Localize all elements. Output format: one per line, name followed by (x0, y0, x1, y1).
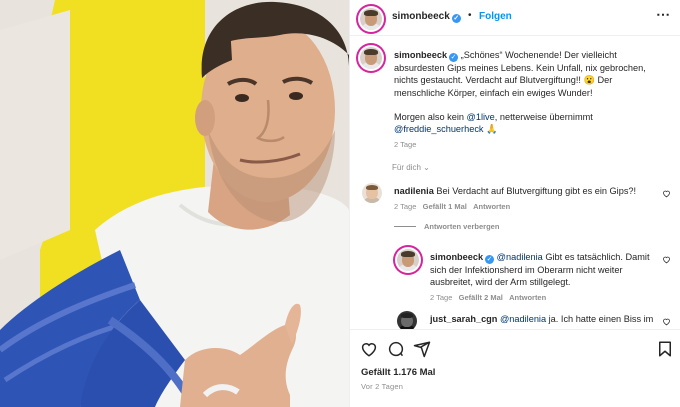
hide-replies-button[interactable]: Antworten verbergen (424, 222, 499, 231)
header-username[interactable]: simonbeeck ✓ (392, 11, 461, 23)
comment-text: Bei Verdacht auf Blutvergiftung gibt es … (436, 186, 637, 196)
pray-emoji: 🙏 (486, 124, 498, 135)
author-avatar[interactable] (360, 8, 382, 30)
mention-link[interactable]: @1live (467, 112, 495, 122)
mention-link[interactable]: @nadilenia (500, 314, 546, 324)
caption-line: , netterweise übernimmt (494, 111, 593, 122)
caption-avatar[interactable] (360, 47, 382, 69)
reply-avatar[interactable] (397, 311, 417, 329)
heart-icon[interactable] (662, 255, 671, 264)
verified-icon: ✓ (451, 14, 461, 23)
caption-time[interactable]: 2 Tage (394, 139, 670, 151)
reply-text: ausbreitet, wird der Arm stillgelegt. (430, 277, 571, 288)
like-heart-icon[interactable] (360, 340, 378, 358)
photo-illustration (0, 0, 349, 407)
like-count[interactable]: Gefällt 1.176 Mal (361, 367, 435, 378)
mention-link[interactable]: @freddie_schuerheck (394, 124, 484, 134)
caption-line: menschliche Körper, einfach ein ewiges W… (394, 87, 593, 98)
reply-text: sich der Infektionsherd im Oberarm nicht… (430, 265, 623, 275)
heart-icon[interactable] (662, 189, 671, 198)
reply-button[interactable]: Antworten (473, 202, 510, 211)
post-actions: Gefällt 1.176 Mal Vor 2 Tagen (350, 329, 680, 407)
reply-button[interactable]: Antworten (509, 293, 546, 302)
caption-line: „Schönes“ Wochenende! Der vielleicht (460, 50, 617, 60)
heart-icon[interactable] (662, 317, 671, 326)
reply-avatar[interactable] (397, 249, 419, 271)
reply-time[interactable]: 2 Tage (430, 293, 452, 302)
reply-username[interactable]: just_sarah_cgn (430, 314, 497, 324)
comment-username[interactable]: nadilenia (394, 186, 434, 196)
reply-username[interactable]: simonbeeck (430, 252, 483, 262)
chevron-down-icon: ⌄ (423, 163, 430, 172)
post-header: simonbeeck ✓ • Folgen ⋯ (350, 0, 680, 36)
verified-icon: ✓ (485, 255, 495, 264)
comment-body: nadilenia Bei Verdacht auf Blutvergiftun… (394, 185, 654, 197)
caption-username[interactable]: simonbeeck (394, 50, 447, 60)
header-separator: • (468, 10, 472, 21)
comment-meta: 2 Tage Gefällt 1 Mal Antworten (394, 202, 510, 211)
comment-time[interactable]: 2 Tage (394, 202, 416, 211)
reply-body: simonbeeck ✓ @nadilenia Gibt es tatsächli… (430, 251, 655, 289)
follow-button[interactable]: Folgen (479, 11, 512, 22)
bookmark-icon[interactable] (656, 340, 674, 358)
post-caption: simonbeeck ✓ „Schönes“ Wochenende! Der vi… (394, 49, 670, 152)
caption-line: nichts gestaucht. Verdacht auf Blutvergi… (394, 75, 613, 86)
reply-body: just_sarah_cgn @nadilenia ja. Ich hatte … (430, 313, 655, 325)
for-you-label[interactable]: Für dich ⌄ (392, 163, 430, 172)
reply-text: ja. Ich hatte einen Biss im (546, 314, 654, 324)
reply-text: Gibt es tatsächlich. Damit (542, 252, 650, 262)
comment-bubble-icon[interactable] (387, 340, 405, 358)
comment-likes[interactable]: Gefällt 1 Mal (423, 202, 467, 211)
caption-line: Morgen also kein (394, 111, 467, 122)
comments-list[interactable]: simonbeeck ✓ „Schönes“ Wochenende! Der vi… (350, 37, 680, 329)
replies-divider (394, 226, 416, 227)
post-sidebar: simonbeeck ✓ • Folgen ⋯ simonbeeck ✓ „Schö… (349, 0, 680, 407)
reply-meta: 2 Tage Gefällt 2 Mal Antworten (430, 293, 546, 302)
reply-likes[interactable]: Gefällt 2 Mal (459, 293, 503, 302)
post-photo[interactable] (0, 0, 349, 407)
comment-avatar[interactable] (362, 183, 382, 203)
share-paper-plane-icon[interactable] (413, 340, 431, 358)
post-timestamp[interactable]: Vor 2 Tagen (361, 382, 403, 391)
caption-line: absurdesten Gips meines Lebens. Kein Unf… (394, 63, 646, 73)
verified-icon: ✓ (449, 53, 459, 62)
more-horizontal-icon[interactable]: ⋯ (656, 6, 671, 23)
mention-link[interactable]: @nadilenia (497, 252, 543, 262)
